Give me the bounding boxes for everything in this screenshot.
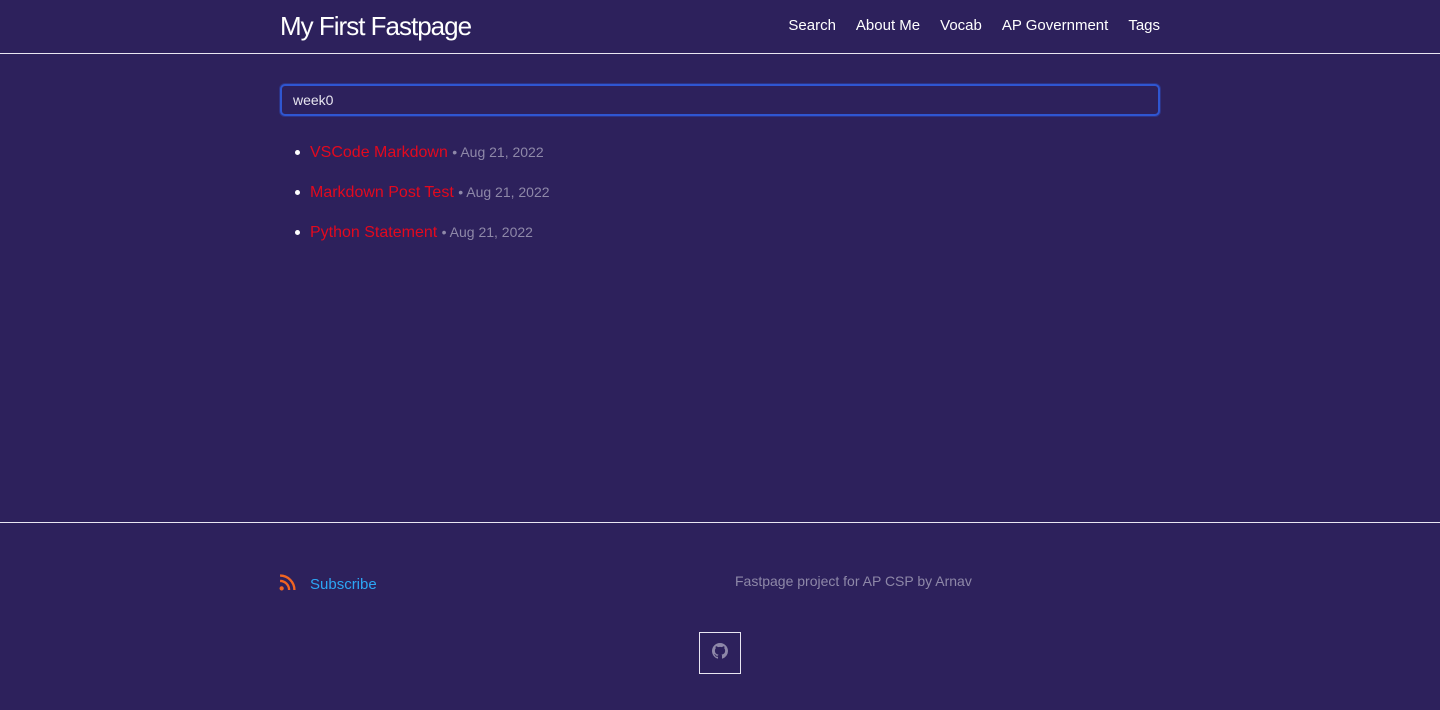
list-item: Markdown Post Test • Aug 21, 2022 [295,181,550,221]
result-date: • Aug 21, 2022 [452,144,544,160]
list-item: VSCode Markdown • Aug 21, 2022 [295,141,550,181]
result-link[interactable]: Markdown Post Test [310,184,454,201]
site-nav: Search About Me Vocab AP Government Tags [788,17,1160,34]
result-link[interactable]: Python Statement [310,224,437,241]
site-header: My First Fastpage Search About Me Vocab … [0,0,1440,54]
result-date: • Aug 21, 2022 [458,184,550,200]
github-icon [712,642,728,664]
result-date: • Aug 21, 2022 [441,224,533,240]
github-button[interactable] [699,632,741,674]
nav-link-about-me[interactable]: About Me [856,17,920,34]
site-footer: Subscribe Fastpage project for AP CSP by… [0,522,1440,710]
rss-icon[interactable] [279,574,296,591]
subscribe-link[interactable]: Subscribe [310,576,377,593]
search-input[interactable] [280,84,1160,116]
search-results: VSCode Markdown • Aug 21, 2022 Markdown … [295,141,550,261]
site-title[interactable]: My First Fastpage [280,11,472,42]
nav-link-search[interactable]: Search [788,17,836,34]
list-item: Python Statement • Aug 21, 2022 [295,221,550,261]
nav-link-vocab[interactable]: Vocab [940,17,982,34]
footer-description: Fastpage project for AP CSP by Arnav [735,573,972,589]
result-link[interactable]: VSCode Markdown [310,144,448,161]
nav-link-tags[interactable]: Tags [1128,17,1160,34]
nav-link-ap-government[interactable]: AP Government [1002,17,1108,34]
